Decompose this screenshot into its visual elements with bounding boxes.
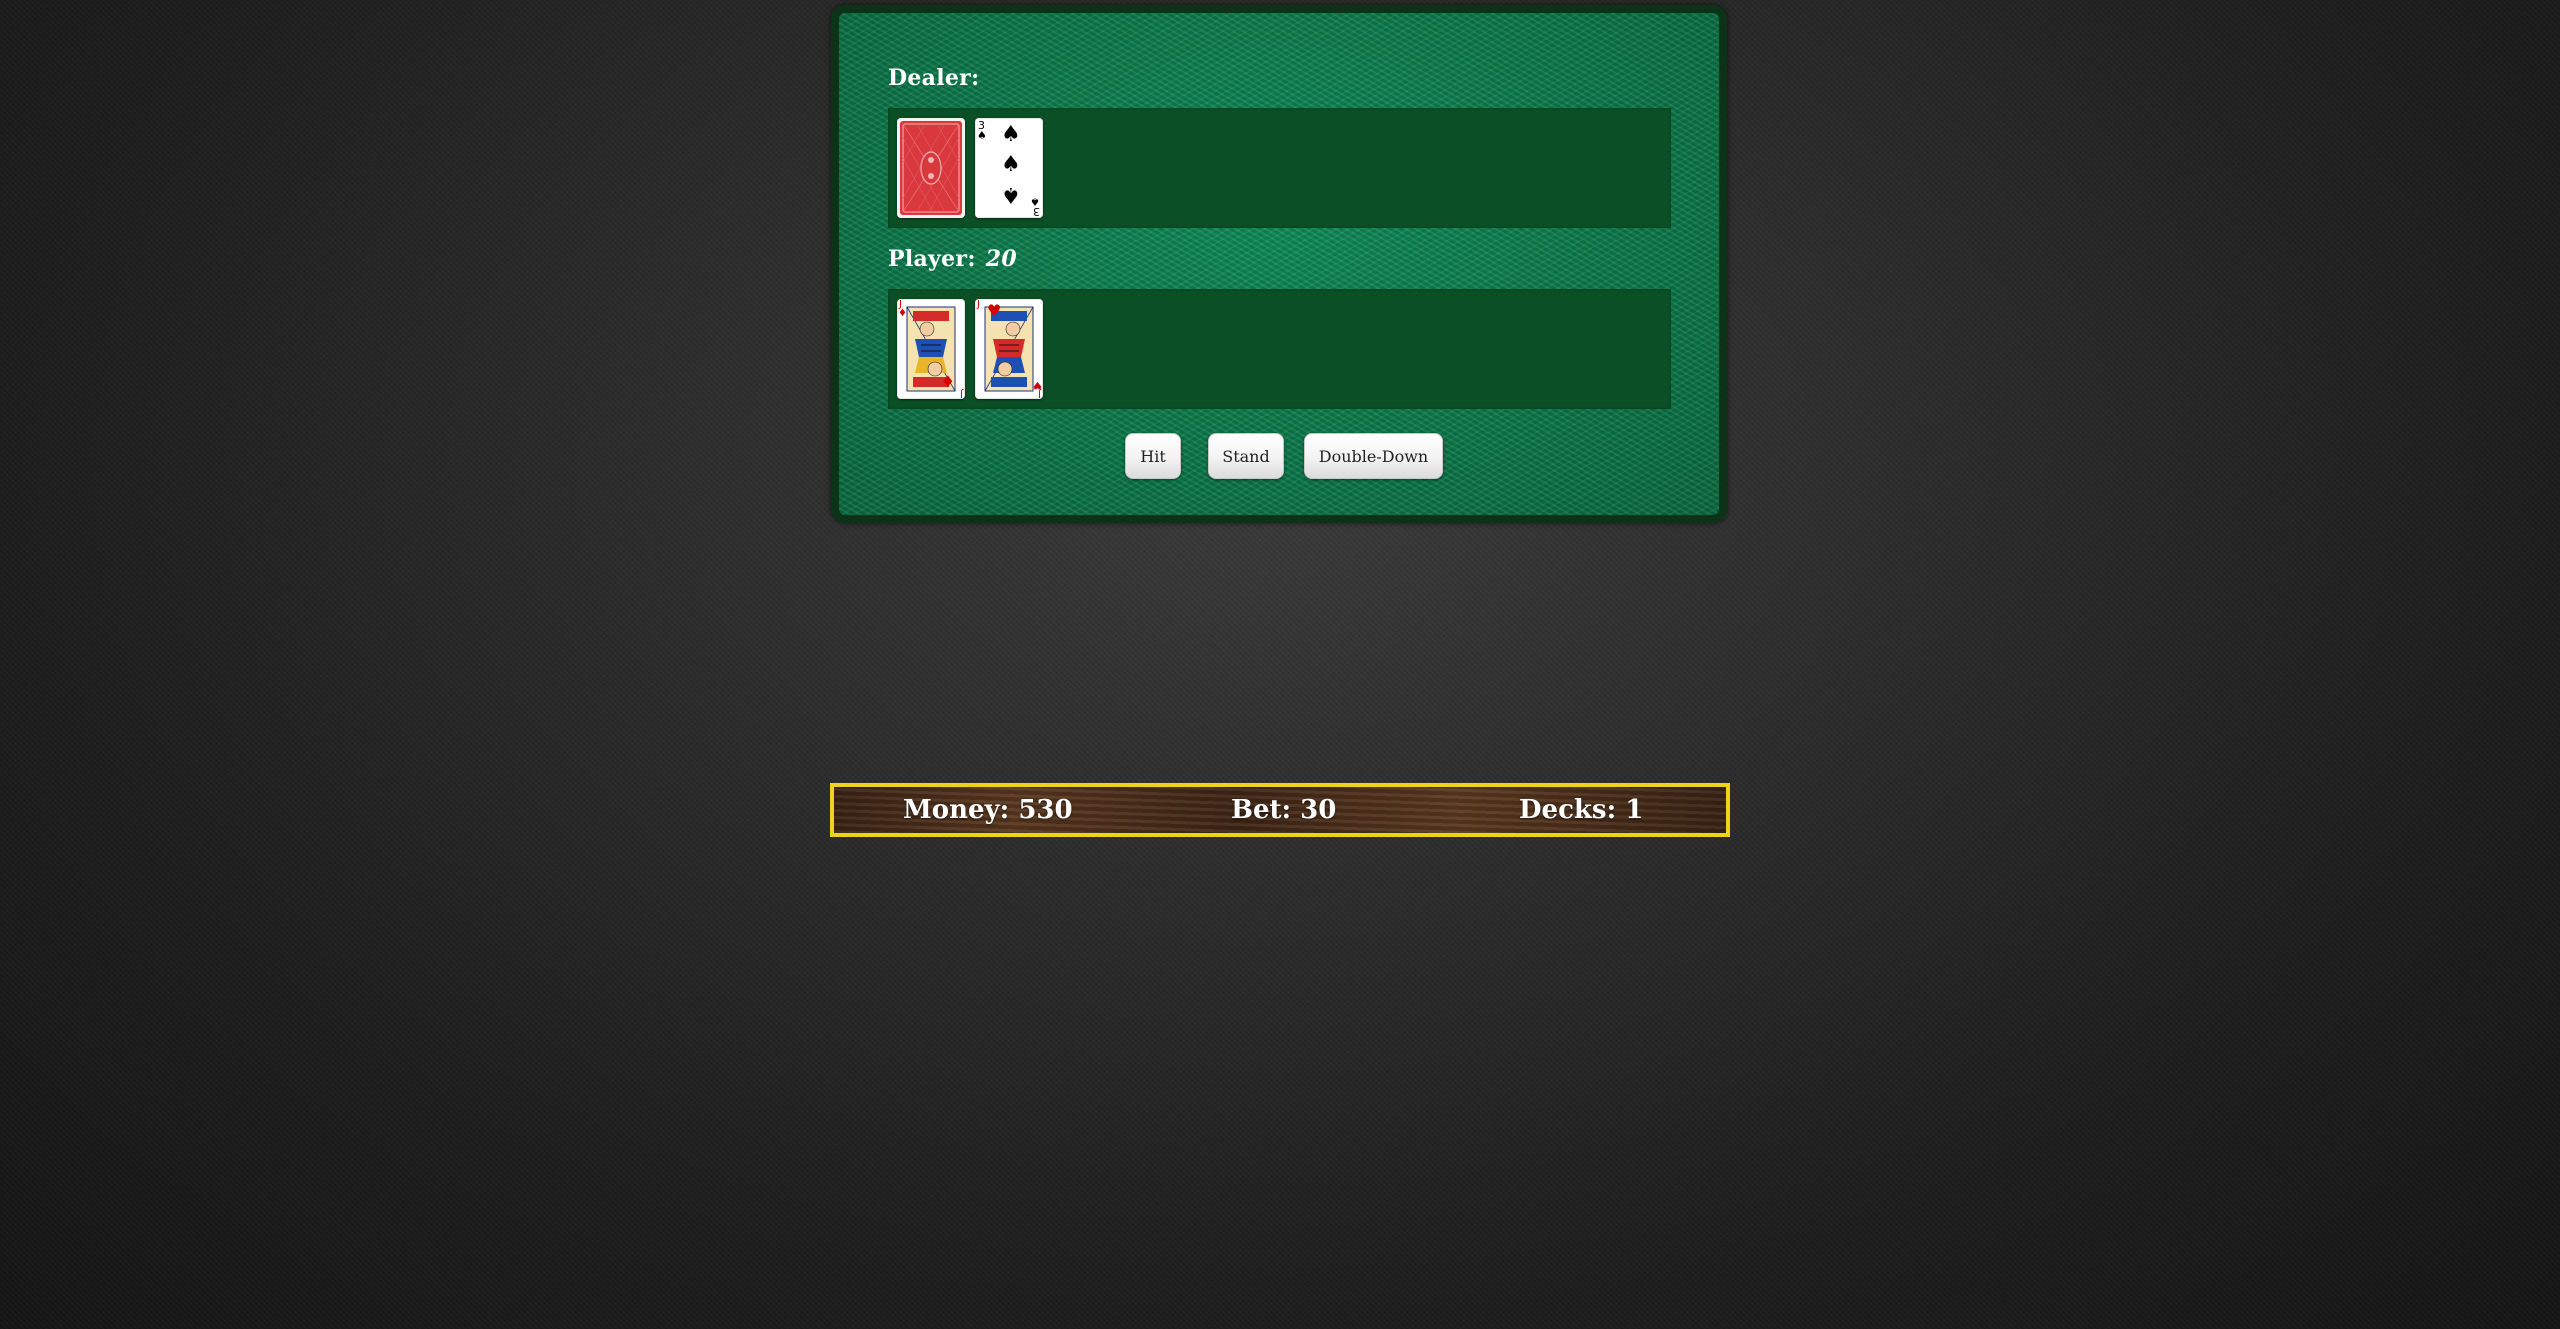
- money-display: Money: 530: [903, 795, 1073, 825]
- card-pip: ♠: [1001, 182, 1021, 207]
- game-table: Dealer: 3 ♠ ♠ ♠ ♠ ♠ 3 Player: 20 J ♦ ♦ J…: [831, 5, 1727, 523]
- double-down-button[interactable]: Double-Down: [1304, 433, 1443, 479]
- dealer-card-1: 3 ♠ ♠ ♠ ♠ ♠ 3: [975, 118, 1043, 218]
- player-score: 20: [985, 246, 1017, 272]
- decks-display: Decks: 1: [1519, 795, 1644, 825]
- card-rank-top: J: [977, 299, 980, 310]
- action-buttons: Hit Stand Double-Down: [839, 433, 1719, 481]
- bet-display: Bet: 30: [1231, 795, 1337, 825]
- dealer-label: Dealer:: [888, 65, 980, 91]
- card-suit-top: ♥: [987, 301, 1002, 320]
- dealer-label-text: Dealer:: [888, 65, 980, 91]
- card-rank-bottom: J: [960, 388, 963, 399]
- player-hand: J ♦ ♦ J J ♥ ♥ J: [888, 289, 1671, 409]
- card-pip: ♠: [1001, 152, 1021, 177]
- card-pip: ♠: [1001, 122, 1021, 147]
- player-card-1: J ♥ ♥ J: [975, 299, 1043, 399]
- status-bar: Money: 530 Bet: 30 Decks: 1: [830, 783, 1730, 837]
- player-card-0: J ♦ ♦ J: [897, 299, 965, 399]
- card-rank-bottom: 3: [1033, 205, 1040, 218]
- card-suit-corner: ♦: [940, 372, 955, 391]
- card-suit-top: ♠: [977, 129, 987, 142]
- stand-button[interactable]: Stand: [1208, 433, 1284, 479]
- hit-button[interactable]: Hit: [1125, 433, 1181, 479]
- player-label-text: Player:: [888, 246, 976, 272]
- card-rank-bottom: J: [1038, 388, 1041, 399]
- card-suit-top: ♦: [898, 308, 907, 319]
- dealer-hand: 3 ♠ ♠ ♠ ♠ ♠ 3: [888, 108, 1671, 228]
- player-label: Player: 20: [888, 246, 1017, 272]
- dealer-card-face-down: [897, 118, 965, 218]
- card-back-icon: [897, 118, 965, 218]
